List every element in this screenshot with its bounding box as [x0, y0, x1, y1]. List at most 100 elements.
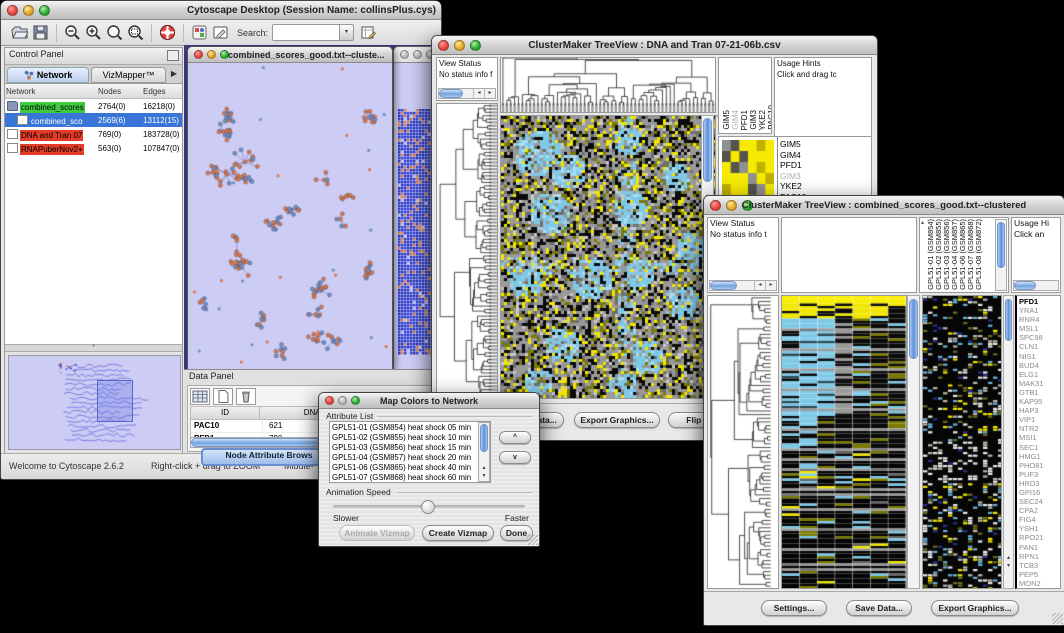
gene-label[interactable]: NIS1 [1019, 352, 1058, 361]
scrollbar-thumb[interactable] [439, 89, 463, 98]
attribute-list-item[interactable]: GPL51-01 (GSM854) heat shock 05 min [332, 423, 488, 433]
gene-label[interactable]: VIP1 [1019, 415, 1058, 424]
gene-label[interactable]: PFD1 [1019, 297, 1058, 306]
open-folder-icon[interactable] [11, 24, 28, 41]
matrix-row-label[interactable]: GIM5 [780, 139, 869, 150]
nodes-col-header[interactable]: Nodes [97, 84, 142, 99]
animate-vizmap-button[interactable]: Animate Vizmap [339, 525, 415, 541]
treeview1-titlebar[interactable]: ClusterMaker TreeView : DNA and Tran 07-… [432, 36, 877, 55]
zoom-fit-icon[interactable] [127, 24, 144, 41]
network-table-row[interactable]: DNA and Tran 07769(0)183728(0) [5, 127, 182, 141]
gene-label[interactable]: MON2 [1019, 579, 1058, 588]
tv2-row-dendrogram[interactable] [707, 295, 779, 589]
attribute-editor-icon[interactable] [360, 24, 377, 41]
attribute-list-item[interactable]: GPL51-07 (GSM868) heat shock 60 min [332, 473, 488, 483]
gene-label[interactable]: GTB1 [1019, 388, 1058, 397]
node-attribute-browser-tab[interactable]: Node Attribute Brows [201, 448, 337, 466]
birdseye-viewport-rect[interactable] [97, 380, 133, 422]
vizmapper-icon[interactable] [191, 24, 208, 41]
tv2-heatmap-vscrollbar[interactable] [907, 295, 920, 589]
close-button[interactable] [194, 50, 203, 59]
gene-label[interactable]: RPO21 [1019, 533, 1058, 542]
zoom-selected-icon[interactable] [106, 24, 123, 41]
id-column-header[interactable]: ID [191, 407, 260, 419]
tv1-heatmap[interactable] [500, 115, 716, 399]
tv1-heatmap-canvas[interactable] [501, 116, 715, 398]
matrix-column-label[interactable]: PAC10 [768, 105, 772, 130]
scroll-right-icon[interactable]: ▸ [765, 281, 776, 290]
gene-label[interactable]: SEC24 [1019, 497, 1058, 506]
select-attributes-icon[interactable] [190, 388, 210, 405]
scrollbar-thumb[interactable] [997, 222, 1005, 268]
scroll-down-icon[interactable]: ▾ [1004, 562, 1013, 570]
tv2-rowtree-canvas[interactable] [708, 296, 778, 588]
edges-col-header[interactable]: Edges [142, 84, 182, 99]
gene-label[interactable]: MAK31 [1019, 379, 1058, 388]
attribute-list-vscrollbar[interactable]: ▴ ▾ [478, 422, 490, 482]
tv2-secondary-heatmap[interactable] [922, 295, 1002, 589]
gene-label[interactable]: SPC98 [1019, 333, 1058, 342]
zoom-in-icon[interactable] [85, 24, 102, 41]
search-dropdown-icon[interactable]: ▾ [340, 24, 354, 41]
network-table-row[interactable]: combined_sco2569(6)13112(15) [5, 113, 182, 127]
gene-label[interactable]: CLN1 [1019, 342, 1058, 351]
birdseye-view[interactable] [8, 355, 181, 450]
attribute-list-item[interactable]: GPL51-02 (GSM855) heat shock 10 min [332, 433, 488, 443]
minimize-button[interactable] [413, 50, 422, 59]
tv2-heatmap[interactable] [781, 295, 907, 589]
resize-grip[interactable] [1052, 613, 1063, 624]
network-frame-titlebar[interactable]: combined_scores_good.txt--cluste... [188, 47, 392, 63]
gene-label[interactable]: NTR2 [1019, 424, 1058, 433]
gene-label[interactable]: HMG1 [1019, 452, 1058, 461]
minimize-button[interactable] [23, 5, 34, 16]
gene-label[interactable]: RNR4 [1019, 315, 1058, 324]
panel-splitter[interactable]: • [5, 344, 182, 352]
tv1-coltree-canvas[interactable] [501, 58, 715, 112]
move-down-button[interactable]: v [499, 451, 531, 464]
dialog-titlebar[interactable]: Map Colors to Network [319, 393, 539, 409]
scroll-down-icon[interactable]: ▾ [479, 472, 489, 480]
scroll-left-icon[interactable]: ◂ [473, 89, 484, 98]
tv2-genelist-vscrollbar[interactable]: ▴ ▾ [1003, 295, 1014, 589]
gene-label[interactable]: YRA1 [1019, 306, 1058, 315]
treeview2-titlebar[interactable]: ClusterMaker TreeView : combined_scores_… [704, 196, 1064, 215]
tv1-row-dendrogram[interactable] [436, 103, 498, 399]
float-panel-icon[interactable] [167, 50, 179, 61]
help-lifesaver-icon[interactable] [159, 24, 176, 41]
matrix-column-label[interactable]: PFD1 [741, 110, 749, 130]
gene-label[interactable]: PEP5 [1019, 570, 1058, 579]
birdseye-canvas[interactable] [9, 356, 178, 447]
gene-label[interactable]: KAP95 [1019, 397, 1058, 406]
scrollbar-thumb[interactable] [909, 299, 918, 359]
tv2-status-hscrollbar[interactable]: ◂▸ [709, 280, 777, 291]
scroll-left-icon[interactable]: ◂ [754, 281, 765, 290]
tv2-usage-hscrollbar[interactable] [1013, 280, 1059, 291]
tab-vizmapper[interactable]: VizMapper™ [91, 67, 166, 83]
tv2-labels-vscrollbar[interactable] [995, 219, 1007, 291]
close-button[interactable] [400, 50, 409, 59]
zoom-button[interactable] [39, 5, 50, 16]
gene-label[interactable]: SEC1 [1019, 443, 1058, 452]
gene-label[interactable]: PHO81 [1019, 461, 1058, 470]
settings-button[interactable]: Settings... [761, 600, 827, 616]
gene-label[interactable]: RPN1 [1019, 552, 1058, 561]
gene-label[interactable]: MSI1 [1019, 433, 1058, 442]
scroll-up-icon[interactable]: ▴ [921, 219, 924, 226]
tabs-overflow-icon[interactable]: ▶ [166, 65, 182, 83]
save-icon[interactable] [32, 24, 49, 41]
scroll-right-icon[interactable]: ▸ [484, 89, 495, 98]
gene-label[interactable]: HAP3 [1019, 406, 1058, 415]
network-table-row[interactable]: combined_scores2764(0)16218(0) [5, 99, 182, 114]
gene-label[interactable]: CPA2 [1019, 506, 1058, 515]
tv2-heatmap2-canvas[interactable] [923, 296, 1001, 588]
resize-grip[interactable] [527, 534, 538, 545]
attribute-list-item[interactable]: GPL51-03 (GSM856) heat shock 15 min [332, 443, 488, 453]
tv2-heatmap-canvas[interactable] [782, 296, 906, 588]
network-col-header[interactable]: Network [5, 84, 97, 99]
matrix-row-label[interactable]: GIM4 [780, 150, 869, 161]
export-graphics-button[interactable]: Export Graphics... [931, 600, 1019, 616]
speed-slider-thumb[interactable] [421, 500, 435, 514]
matrix-column-label[interactable]: YKE2 [759, 110, 767, 130]
cytoscape-titlebar[interactable]: Cytoscape Desktop (Session Name: collins… [1, 1, 441, 20]
gene-label[interactable]: MSL1 [1019, 324, 1058, 333]
